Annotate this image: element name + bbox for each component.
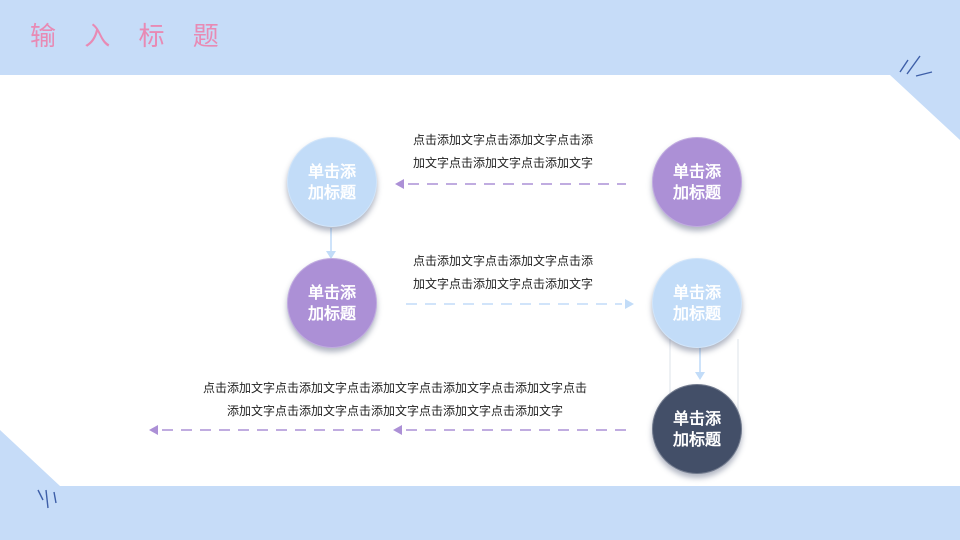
node-bottom-right[interactable]: 单击添加标题 bbox=[652, 384, 742, 474]
text-line: 添加文字点击添加文字点击添加文字点击添加文字点击添加文字 bbox=[226, 404, 563, 418]
text-line: 加文字点击添加文字点击添加文字 bbox=[413, 277, 594, 291]
node-label: 单击添加标题 bbox=[307, 162, 356, 202]
node-label: 单击添加标题 bbox=[672, 409, 721, 449]
sketch-marks-bottom-left bbox=[37, 489, 57, 509]
text-line: 加文字点击添加文字点击添加文字 bbox=[413, 156, 594, 170]
text-line: 点击添加文字点击添加文字点击添加文字点击添加文字点击添加文字点击 bbox=[202, 381, 587, 395]
node-label: 单击添加标题 bbox=[672, 162, 721, 202]
node-top-left[interactable]: 单击添加标题 bbox=[287, 137, 377, 227]
node-middle-right[interactable]: 单击添加标题 bbox=[652, 258, 742, 348]
text-block-1: 点击添加文字点击添加文字点击添 加文字点击添加文字点击添加文字 bbox=[413, 129, 633, 175]
text-line: 点击添加文字点击添加文字点击添 bbox=[413, 133, 594, 147]
text-block-3: 点击添加文字点击添加文字点击添加文字点击添加文字点击添加文字点击 添加文字点击添… bbox=[165, 377, 625, 423]
page-title: 输 入 标 题 bbox=[30, 22, 229, 52]
text-line: 点击添加文字点击添加文字点击添 bbox=[413, 254, 594, 268]
node-label: 单击添加标题 bbox=[307, 283, 356, 323]
text-block-2: 点击添加文字点击添加文字点击添 加文字点击添加文字点击添加文字 bbox=[413, 250, 633, 296]
node-middle-left[interactable]: 单击添加标题 bbox=[287, 258, 377, 348]
node-label: 单击添加标题 bbox=[672, 283, 721, 323]
sketch-marks-top-right bbox=[899, 55, 933, 77]
node-top-right[interactable]: 单击添加标题 bbox=[652, 137, 742, 227]
